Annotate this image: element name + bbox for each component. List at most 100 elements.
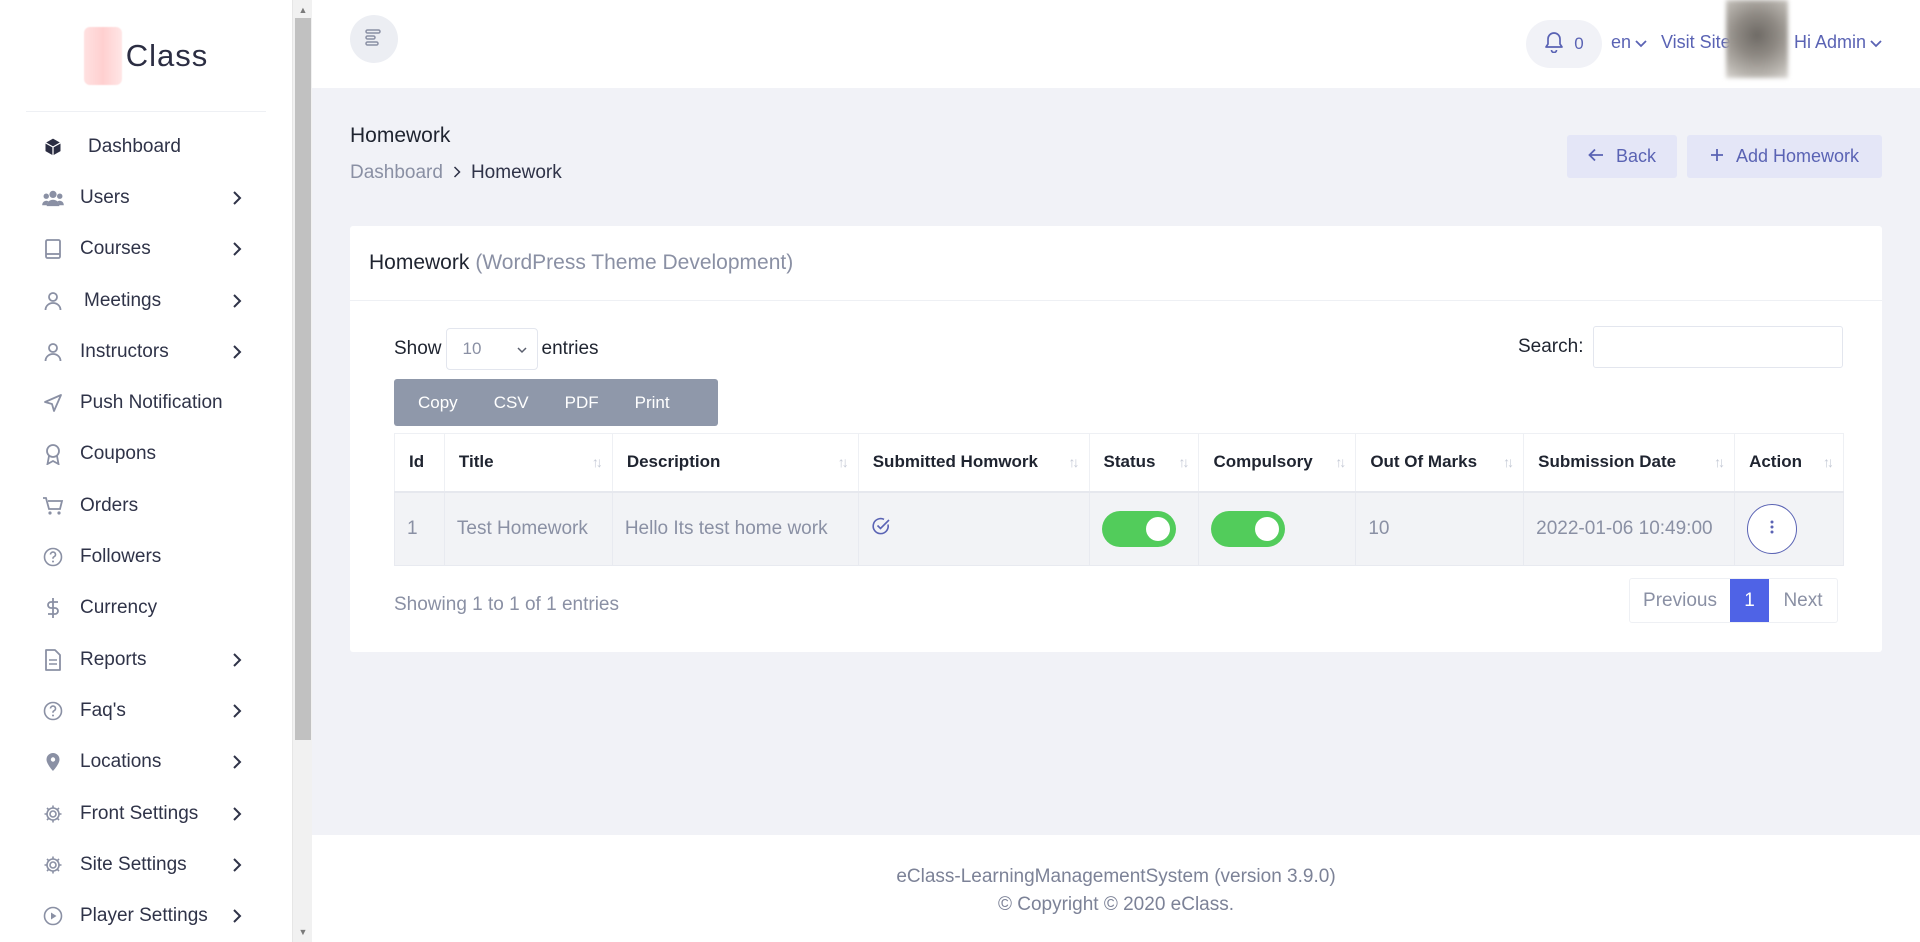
check-circle-icon[interactable] <box>871 517 891 541</box>
logo-mark <box>83 26 122 85</box>
chevron-right-icon <box>230 755 244 769</box>
bell-icon <box>1544 31 1564 58</box>
sidebar-item-courses[interactable]: Courses <box>0 224 292 275</box>
column-header-label: Submission Date <box>1538 452 1677 472</box>
sidebar-item-dashboard[interactable]: Dashboard <box>0 121 292 172</box>
avatar[interactable] <box>1726 0 1788 78</box>
row-actions-button[interactable] <box>1747 503 1798 554</box>
notifications-button[interactable]: 0 <box>1526 20 1602 68</box>
sort-icon: ↑↓ <box>1823 454 1834 470</box>
map-pin-icon <box>42 751 64 773</box>
footer-version: eClass-LearningManagementSystem (version… <box>896 866 1336 887</box>
chevron-right-icon <box>453 162 461 184</box>
column-header-description[interactable]: Description ↑↓ <box>611 433 859 493</box>
chevron-right-icon <box>230 704 244 718</box>
pagination-page-1[interactable]: 1 <box>1730 579 1769 622</box>
logo[interactable]: Class <box>26 0 266 112</box>
cart-icon <box>42 495 64 517</box>
copy-button[interactable]: Copy <box>400 379 476 426</box>
sidebar-scrollbar[interactable]: ▲ ▼ <box>292 0 312 942</box>
page-length-control: Show 10 entries <box>394 328 599 370</box>
pdf-button[interactable]: PDF <box>547 379 617 426</box>
top-header: 0 en Visit Site Hi Admin <box>312 0 1920 88</box>
breadcrumb-current: Homework <box>470 162 562 183</box>
language-label: en <box>1611 32 1632 52</box>
user-icon <box>42 290 64 312</box>
sidebar-item-users[interactable]: Users <box>0 172 292 223</box>
sidebar-item-locations[interactable]: Locations <box>0 737 292 788</box>
sidebar-item-coupons[interactable]: Coupons <box>0 429 292 480</box>
back-button[interactable]: Back <box>1567 135 1677 178</box>
search-label: Search: <box>1518 336 1584 357</box>
cell-action <box>1734 491 1844 566</box>
column-header-id[interactable]: Id <box>394 433 445 493</box>
logo-text: Class <box>125 37 209 73</box>
sidebar-item-faqs[interactable]: Faq's <box>0 685 292 736</box>
sidebar-item-followers[interactable]: Followers <box>0 531 292 582</box>
column-header-label: Title <box>458 452 494 472</box>
column-header-action[interactable]: Action ↑↓ <box>1734 433 1844 493</box>
page-size-select[interactable]: 10 <box>445 328 538 370</box>
sidebar-item-reports[interactable]: Reports <box>0 634 292 685</box>
footer-copyright: © Copyright © 2020 eClass. <box>997 894 1235 915</box>
column-header-title[interactable]: Title ↑↓ <box>443 433 613 493</box>
status-toggle[interactable] <box>1101 510 1176 547</box>
scroll-down-icon[interactable]: ▼ <box>293 924 313 940</box>
sidebar-item-label: Coupons <box>80 443 157 465</box>
chevron-right-icon <box>230 806 244 821</box>
table-search: Search: <box>1518 326 1844 368</box>
sidebar-item-label: Courses <box>80 238 151 260</box>
csv-button[interactable]: CSV <box>476 379 547 426</box>
menu-icon <box>364 27 384 52</box>
column-header-status[interactable]: Status ↑↓ <box>1088 433 1200 493</box>
sidebar-item-currency[interactable]: Currency <box>0 583 292 634</box>
column-header-submitted-homework[interactable]: Submitted Homwork ↑↓ <box>857 433 1090 493</box>
menu-toggle-button[interactable] <box>350 15 398 63</box>
chevron-right-icon <box>230 191 244 205</box>
column-header-label: Submitted Homwork <box>872 452 1039 472</box>
visit-site-link[interactable]: Visit Site <box>1661 32 1731 53</box>
sidebar-item-player-settings[interactable]: Player Settings <box>0 890 292 941</box>
search-input[interactable] <box>1593 326 1844 368</box>
pagination-previous[interactable]: Previous <box>1630 579 1730 622</box>
column-header-out-of-marks[interactable]: Out Of Marks ↑↓ <box>1355 433 1525 493</box>
sidebar-item-label: Dashboard <box>88 135 181 157</box>
add-homework-button-label: Add Homework <box>1735 146 1860 166</box>
sidebar-item-site-settings[interactable]: Site Settings <box>0 839 292 890</box>
user-greeting: Hi Admin <box>1794 32 1867 52</box>
sidebar-item-orders[interactable]: Orders <box>0 480 292 531</box>
column-header-submission-date[interactable]: Submission Date ↑↓ <box>1523 433 1736 493</box>
page-title: Homework <box>350 124 451 147</box>
language-dropdown[interactable]: en <box>1611 32 1647 53</box>
chevron-right-icon <box>230 909 244 923</box>
table-info: Showing 1 to 1 of 1 entries <box>394 594 619 615</box>
column-header-compulsory[interactable]: Compulsory ↑↓ <box>1198 433 1357 493</box>
sidebar-item-label: Users <box>80 186 130 208</box>
homework-card: Homework (WordPress Theme Development) S… <box>350 226 1882 652</box>
add-homework-button[interactable]: Add Homework <box>1687 135 1882 178</box>
column-header-label: Description <box>626 452 721 472</box>
breadcrumb-dashboard-link[interactable]: Dashboard <box>350 162 443 184</box>
scroll-up-icon[interactable]: ▲ <box>293 2 313 18</box>
pagination: Previous 1 Next <box>1629 578 1838 623</box>
compulsory-toggle[interactable] <box>1211 510 1286 547</box>
cube-icon <box>42 136 64 158</box>
chevron-down-icon <box>515 343 529 357</box>
notification-count: 0 <box>1574 34 1584 53</box>
sidebar-item-instructors[interactable]: Instructors <box>0 326 292 377</box>
sidebar-item-meetings[interactable]: Meetings <box>0 275 292 326</box>
chevron-down-icon <box>1635 32 1647 53</box>
print-button[interactable]: Print <box>617 379 688 426</box>
cell-description: Hello Its test home work <box>611 491 859 566</box>
sidebar-item-push-notification[interactable]: Push Notification <box>0 377 292 428</box>
cell-status <box>1088 491 1200 566</box>
breadcrumb: Dashboard Homework <box>350 162 562 184</box>
sidebar-item-front-settings[interactable]: Front Settings <box>0 788 292 839</box>
pagination-next[interactable]: Next <box>1769 579 1837 622</box>
column-header-label: Action <box>1749 452 1802 472</box>
scrollbar-thumb[interactable] <box>295 18 311 740</box>
dollar-icon <box>42 597 64 619</box>
user-menu-dropdown[interactable]: Hi Admin <box>1794 32 1882 53</box>
sidebar-item-label: Meetings <box>84 289 162 311</box>
sort-icon: ↑↓ <box>1503 454 1514 470</box>
